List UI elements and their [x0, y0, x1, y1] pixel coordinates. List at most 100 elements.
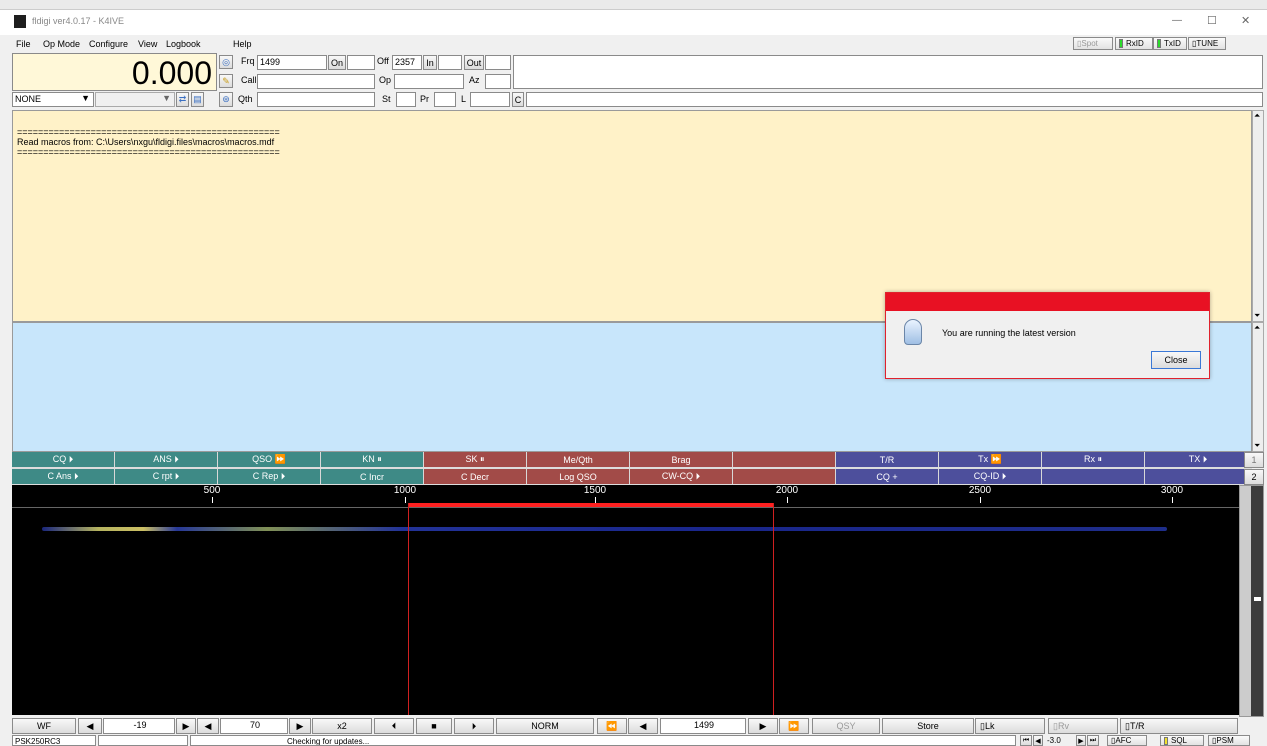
az-field[interactable] [485, 74, 511, 89]
s2n-fast-icon[interactable]: ⏭ [1087, 735, 1099, 746]
afc-button[interactable]: ▯ AFC [1107, 735, 1147, 746]
frequency-display[interactable]: 0.000 [12, 53, 217, 91]
macro-tr[interactable]: T/R [836, 452, 939, 467]
macro-sk[interactable]: SK ⏸ [424, 452, 527, 467]
macro-log-qso[interactable]: Log QSO [527, 469, 630, 484]
freq-fast-down-icon[interactable]: ⏪ [597, 718, 627, 734]
band-select[interactable]: ▼ [95, 92, 175, 107]
menu-op-mode[interactable]: Op Mode [43, 39, 80, 49]
lookup-icon[interactable]: ◎ [219, 55, 233, 69]
qsy-button[interactable]: QSY [812, 718, 880, 734]
carrier-field[interactable]: 1499 [660, 718, 746, 734]
off-field[interactable]: 2357 [392, 55, 422, 70]
macro-c-incr[interactable]: C Incr [321, 469, 424, 484]
norm-button[interactable]: NORM [496, 718, 594, 734]
ref-up-icon[interactable]: ▶ [176, 718, 196, 734]
tune-button[interactable]: ▯ TUNE [1188, 37, 1226, 50]
menu-file[interactable]: File [16, 39, 31, 49]
psm-button[interactable]: ▯ PSM [1208, 735, 1250, 746]
comment-field[interactable] [526, 92, 1263, 107]
notes-field[interactable] [513, 55, 1263, 89]
menu-configure[interactable]: Configure [89, 39, 128, 49]
macro-qso[interactable]: QSO ⏩ [218, 452, 321, 467]
c-button[interactable]: C [512, 92, 524, 107]
close-icon[interactable]: ✕ [1241, 14, 1250, 27]
faster-icon[interactable]: ⏵ [454, 718, 494, 734]
qrz-icon[interactable]: ⊛ [219, 92, 233, 107]
macro-rx[interactable]: Rx ⏸ [1042, 452, 1145, 467]
waterfall[interactable] [12, 503, 1239, 715]
menu-view[interactable]: View [138, 39, 157, 49]
on-field[interactable] [347, 55, 375, 70]
wf-button[interactable]: WF [12, 718, 76, 734]
freq-up-icon[interactable]: ▶ [748, 718, 778, 734]
ref-down-icon[interactable]: ◀ [78, 718, 102, 734]
lock-button[interactable]: ▯ Lk [975, 718, 1045, 734]
scroll-up-icon[interactable]: ⏶ [1254, 323, 1260, 333]
frq-field[interactable]: 1499 [257, 55, 327, 70]
waterfall-scroll-thumb[interactable] [1251, 486, 1263, 716]
afc-rewind-icon[interactable]: ⏮ [1020, 735, 1032, 746]
maximize-icon[interactable]: ☐ [1207, 14, 1217, 27]
scroll-down-icon[interactable]: ⏷ [1254, 311, 1260, 321]
frequency-scale[interactable]: 500 1000 1500 2000 2500 3000 [12, 485, 1239, 503]
macro-c-ans[interactable]: C Ans ⏵ [12, 469, 115, 484]
macro-set-1-button[interactable]: 1 [1244, 452, 1264, 468]
log-icon[interactable]: ▤ [191, 92, 204, 107]
macro-empty[interactable] [733, 469, 836, 484]
macro-tx-end[interactable]: TX ⏵ [1145, 452, 1252, 467]
s2n-up-icon[interactable]: ▶ [1076, 735, 1086, 746]
range-up-icon[interactable]: ▶ [289, 718, 311, 734]
out-field[interactable] [485, 55, 511, 70]
macro-kn[interactable]: KN ⏸ [321, 452, 424, 467]
rx-text-pane[interactable]: ========================================… [12, 110, 1252, 322]
spot-button[interactable]: ▯ Spot [1073, 37, 1113, 50]
macro-cq[interactable]: CQ ⏵ [12, 452, 115, 467]
scroll-up-icon[interactable]: ⏶ [1254, 111, 1260, 121]
pr-field[interactable] [434, 92, 456, 107]
clear-icon[interactable]: ✎ [219, 74, 233, 88]
st-field[interactable] [396, 92, 416, 107]
txid-button[interactable]: TxID [1153, 37, 1187, 50]
mode-select[interactable]: NONE ▼ [12, 92, 94, 107]
scroll-down-icon[interactable]: ⏷ [1254, 441, 1260, 451]
range-down-icon[interactable]: ◀ [197, 718, 219, 734]
freq-down-icon[interactable]: ◀ [628, 718, 658, 734]
in-button[interactable]: In [423, 55, 437, 70]
dialog-close-button[interactable]: Close [1151, 351, 1201, 369]
macro-brag[interactable]: Brag [630, 452, 733, 467]
swap-icon[interactable]: ⇄ [176, 92, 189, 107]
macro-c-decr[interactable]: C Decr [424, 469, 527, 484]
macro-me-qth[interactable]: Me/Qth [527, 452, 630, 467]
range-field[interactable]: 70 [220, 718, 288, 734]
menu-logbook[interactable]: Logbook [166, 39, 201, 49]
tr-button[interactable]: ▯ T/R [1120, 718, 1238, 734]
s2n-down-icon[interactable]: ◀ [1033, 735, 1043, 746]
store-button[interactable]: Store [882, 718, 974, 734]
macro-cq-id[interactable]: CQ-ID ⏵ [939, 469, 1042, 484]
menu-help[interactable]: Help [233, 39, 252, 49]
macro-ans[interactable]: ANS ⏵ [115, 452, 218, 467]
stop-icon[interactable]: ■ [416, 718, 452, 734]
reverse-button[interactable]: ▯ Rv [1048, 718, 1118, 734]
qth-field[interactable] [257, 92, 375, 107]
macro-c-rpt[interactable]: C rpt ⏵ [115, 469, 218, 484]
rxid-button[interactable]: RxID [1115, 37, 1153, 50]
ref-level-field[interactable]: -19 [103, 718, 175, 734]
out-button[interactable]: Out [464, 55, 484, 70]
macro-empty[interactable] [1145, 469, 1252, 484]
on-button[interactable]: On [328, 55, 346, 70]
macro-cq-plus[interactable]: CQ + [836, 469, 939, 484]
call-field[interactable] [257, 74, 375, 89]
macro-set-2-button[interactable]: 2 [1244, 469, 1264, 485]
slower-icon[interactable]: ⏴ [374, 718, 414, 734]
status-mode[interactable]: PSK250RC3 [12, 735, 96, 746]
locator-field[interactable] [470, 92, 510, 107]
macro-c-rep[interactable]: C Rep ⏵ [218, 469, 321, 484]
macro-empty[interactable] [733, 452, 836, 467]
zoom-button[interactable]: x2 [312, 718, 372, 734]
minimize-icon[interactable]: — [1172, 15, 1182, 26]
freq-fast-up-icon[interactable]: ⏩ [779, 718, 809, 734]
macro-cw-cq[interactable]: CW-CQ ⏵ [630, 469, 733, 484]
macro-tx[interactable]: Tx ⏩ [939, 452, 1042, 467]
